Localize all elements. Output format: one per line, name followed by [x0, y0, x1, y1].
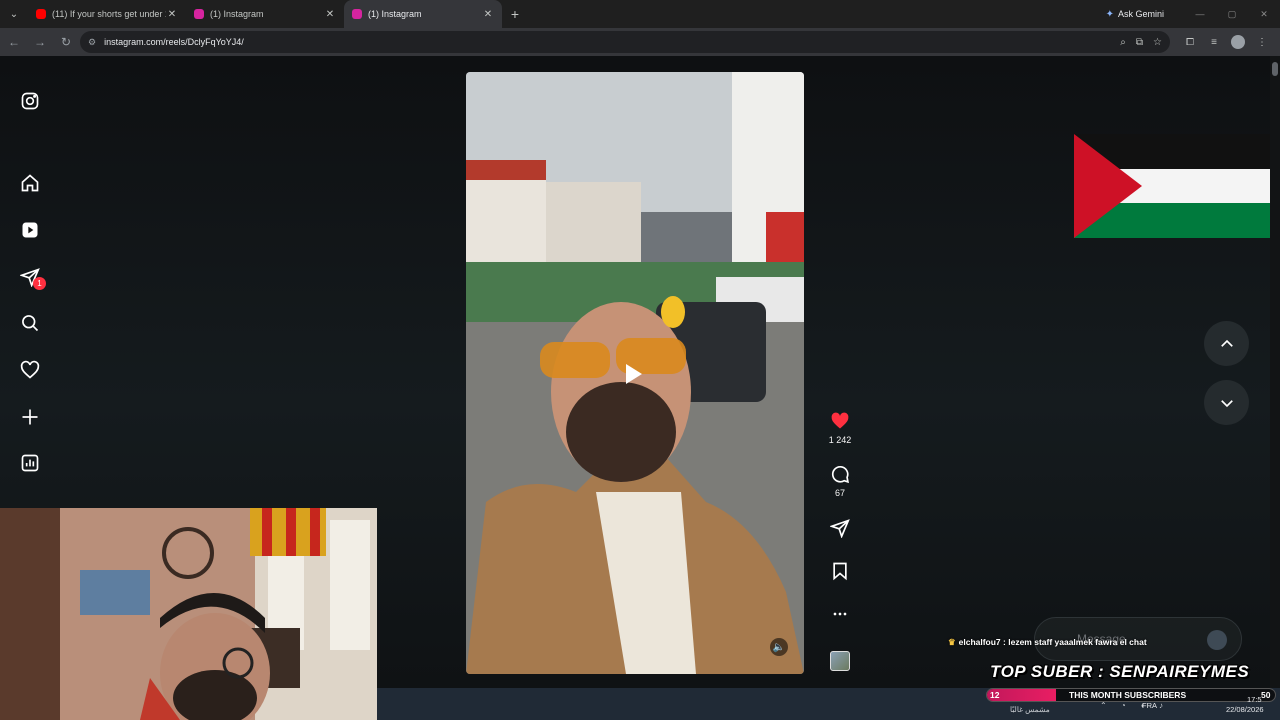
bookmark-star-icon[interactable]: ☆ [1153, 37, 1162, 48]
chat-username: elchalfou7 [958, 637, 1001, 647]
tab-instagram-1[interactable]: (1) Instagram ✕ [186, 0, 344, 28]
tab-label: (11) If your shorts get under 1,0 [52, 9, 166, 19]
chevron-down-icon [1220, 399, 1233, 407]
scrollbar-thumb[interactable] [1272, 62, 1278, 76]
weather-text: مشمس غالبًا [1010, 705, 1050, 714]
home-icon[interactable] [19, 172, 41, 194]
profile-avatar[interactable] [1231, 35, 1245, 49]
tab-close-icon[interactable]: ✕ [482, 9, 494, 20]
ask-gemini-button[interactable]: ✦ Ask Gemini [1100, 4, 1170, 24]
share-icon[interactable] [830, 518, 850, 538]
new-tab-button[interactable]: + [502, 6, 528, 22]
messenger-avatar-icon [1207, 630, 1227, 650]
clock-time: 17:5 [1247, 695, 1262, 704]
reel-video[interactable]: 🔈 [466, 72, 804, 674]
next-reel-button[interactable] [1204, 380, 1249, 425]
extensions-icon[interactable]: ⧠ [1178, 37, 1202, 48]
ask-gemini-label: Ask Gemini [1117, 9, 1164, 19]
volume-icon[interactable]: 🔈 [770, 638, 788, 656]
zoom-icon[interactable]: ⌕ [1120, 37, 1126, 48]
more-action[interactable] [822, 604, 858, 624]
comment-count: 67 [834, 488, 845, 498]
site-info-icon[interactable]: ⚙ [88, 37, 96, 48]
reels-icon[interactable] [19, 219, 41, 241]
address-bar[interactable]: ⚙ instagram.com/reels/DclyFqYoYJ4/ ⌕ ⧉ ☆ [80, 31, 1170, 53]
language-indicator[interactable]: FRA [1142, 701, 1157, 710]
comment-icon[interactable] [830, 464, 850, 484]
notification-badge: 1 [33, 277, 46, 290]
window-controls: — ▢ ✕ [1184, 0, 1280, 28]
share-action[interactable] [822, 518, 858, 538]
chat-message: ♛ elchalfou7 : lezem staff yaaalmek fawra… [948, 637, 1147, 648]
play-icon[interactable] [626, 364, 642, 384]
tab-label: (1) Instagram [368, 9, 422, 19]
chevron-up-icon [1220, 339, 1233, 347]
top-subscriber-banner: TOP SUBER : SENPAIREYMES [990, 662, 1250, 681]
chat-text: : lezem staff yaaalmek fawra el chat [1000, 637, 1147, 647]
tab-close-icon[interactable]: ✕ [324, 9, 336, 20]
install-app-icon[interactable]: ⧉ [1136, 37, 1143, 48]
forward-icon[interactable]: → [28, 30, 52, 54]
webcam-overlay [0, 508, 377, 720]
subscriber-goal-target: 50 [1261, 690, 1271, 700]
comment-action[interactable]: 67 [822, 464, 858, 498]
gemini-sparkle-icon: ✦ [1105, 8, 1114, 20]
reload-icon[interactable]: ↻ [54, 30, 78, 54]
heart-icon[interactable] [19, 359, 41, 381]
webcam-feed [0, 508, 377, 720]
tab-close-icon[interactable]: ✕ [166, 9, 178, 20]
previous-reel-button[interactable] [1204, 321, 1249, 366]
maximize-icon[interactable]: ▢ [1216, 0, 1248, 28]
instagram-favicon-icon [194, 9, 204, 19]
menu-icon[interactable]: ⋮ [1250, 37, 1274, 48]
page-scrollbar[interactable] [1270, 56, 1280, 688]
like-count: 1 242 [828, 435, 852, 445]
instagram-logo-icon[interactable] [19, 90, 41, 112]
like-action[interactable]: 1 242 [822, 411, 858, 445]
tab-search-button[interactable]: ⌄ [0, 0, 28, 28]
minimize-icon[interactable]: — [1184, 0, 1216, 28]
youtube-favicon-icon [36, 9, 46, 19]
toolbar-actions: ⧠ ≡ ⋮ [1178, 31, 1274, 53]
media-control-icon[interactable]: ≡ [1202, 37, 1226, 48]
subscriber-goal-label: THIS MONTH SUBSCRIBERS [1069, 690, 1187, 700]
audio-thumbnail[interactable] [830, 651, 850, 671]
heart-filled-icon[interactable] [830, 411, 850, 431]
url-text[interactable]: instagram.com/reels/DclyFqYoYJ4/ [104, 37, 1110, 47]
palestine-flag-image [1074, 134, 1280, 238]
instagram-favicon-icon [352, 9, 362, 19]
back-icon[interactable]: ← [2, 30, 26, 54]
save-action[interactable] [822, 561, 858, 581]
more-options-icon[interactable] [830, 604, 850, 624]
clock-date: 22/08/2026 [1226, 705, 1264, 714]
dashboard-icon[interactable] [19, 452, 41, 474]
search-icon[interactable] [19, 312, 41, 334]
tab-label: (1) Instagram [210, 9, 264, 19]
tab-strip: ⌄ (11) If your shorts get under 1,0 ✕ (1… [0, 0, 1280, 28]
create-plus-icon[interactable] [19, 406, 41, 428]
browser-toolbar: ← → ↻ ⚙ instagram.com/reels/DclyFqYoYJ4/… [0, 28, 1280, 56]
close-window-icon[interactable]: ✕ [1248, 0, 1280, 28]
tray-icons[interactable]: ⌃ ◔ ◖ ♪ [1100, 701, 1169, 710]
tab-instagram-2[interactable]: (1) Instagram ✕ [344, 0, 502, 28]
subscriber-count: 12 [990, 690, 1000, 700]
bookmark-icon[interactable] [830, 561, 850, 581]
tab-youtube[interactable]: (11) If your shorts get under 1,0 ✕ [28, 0, 186, 28]
crown-icon: ♛ [948, 637, 956, 647]
